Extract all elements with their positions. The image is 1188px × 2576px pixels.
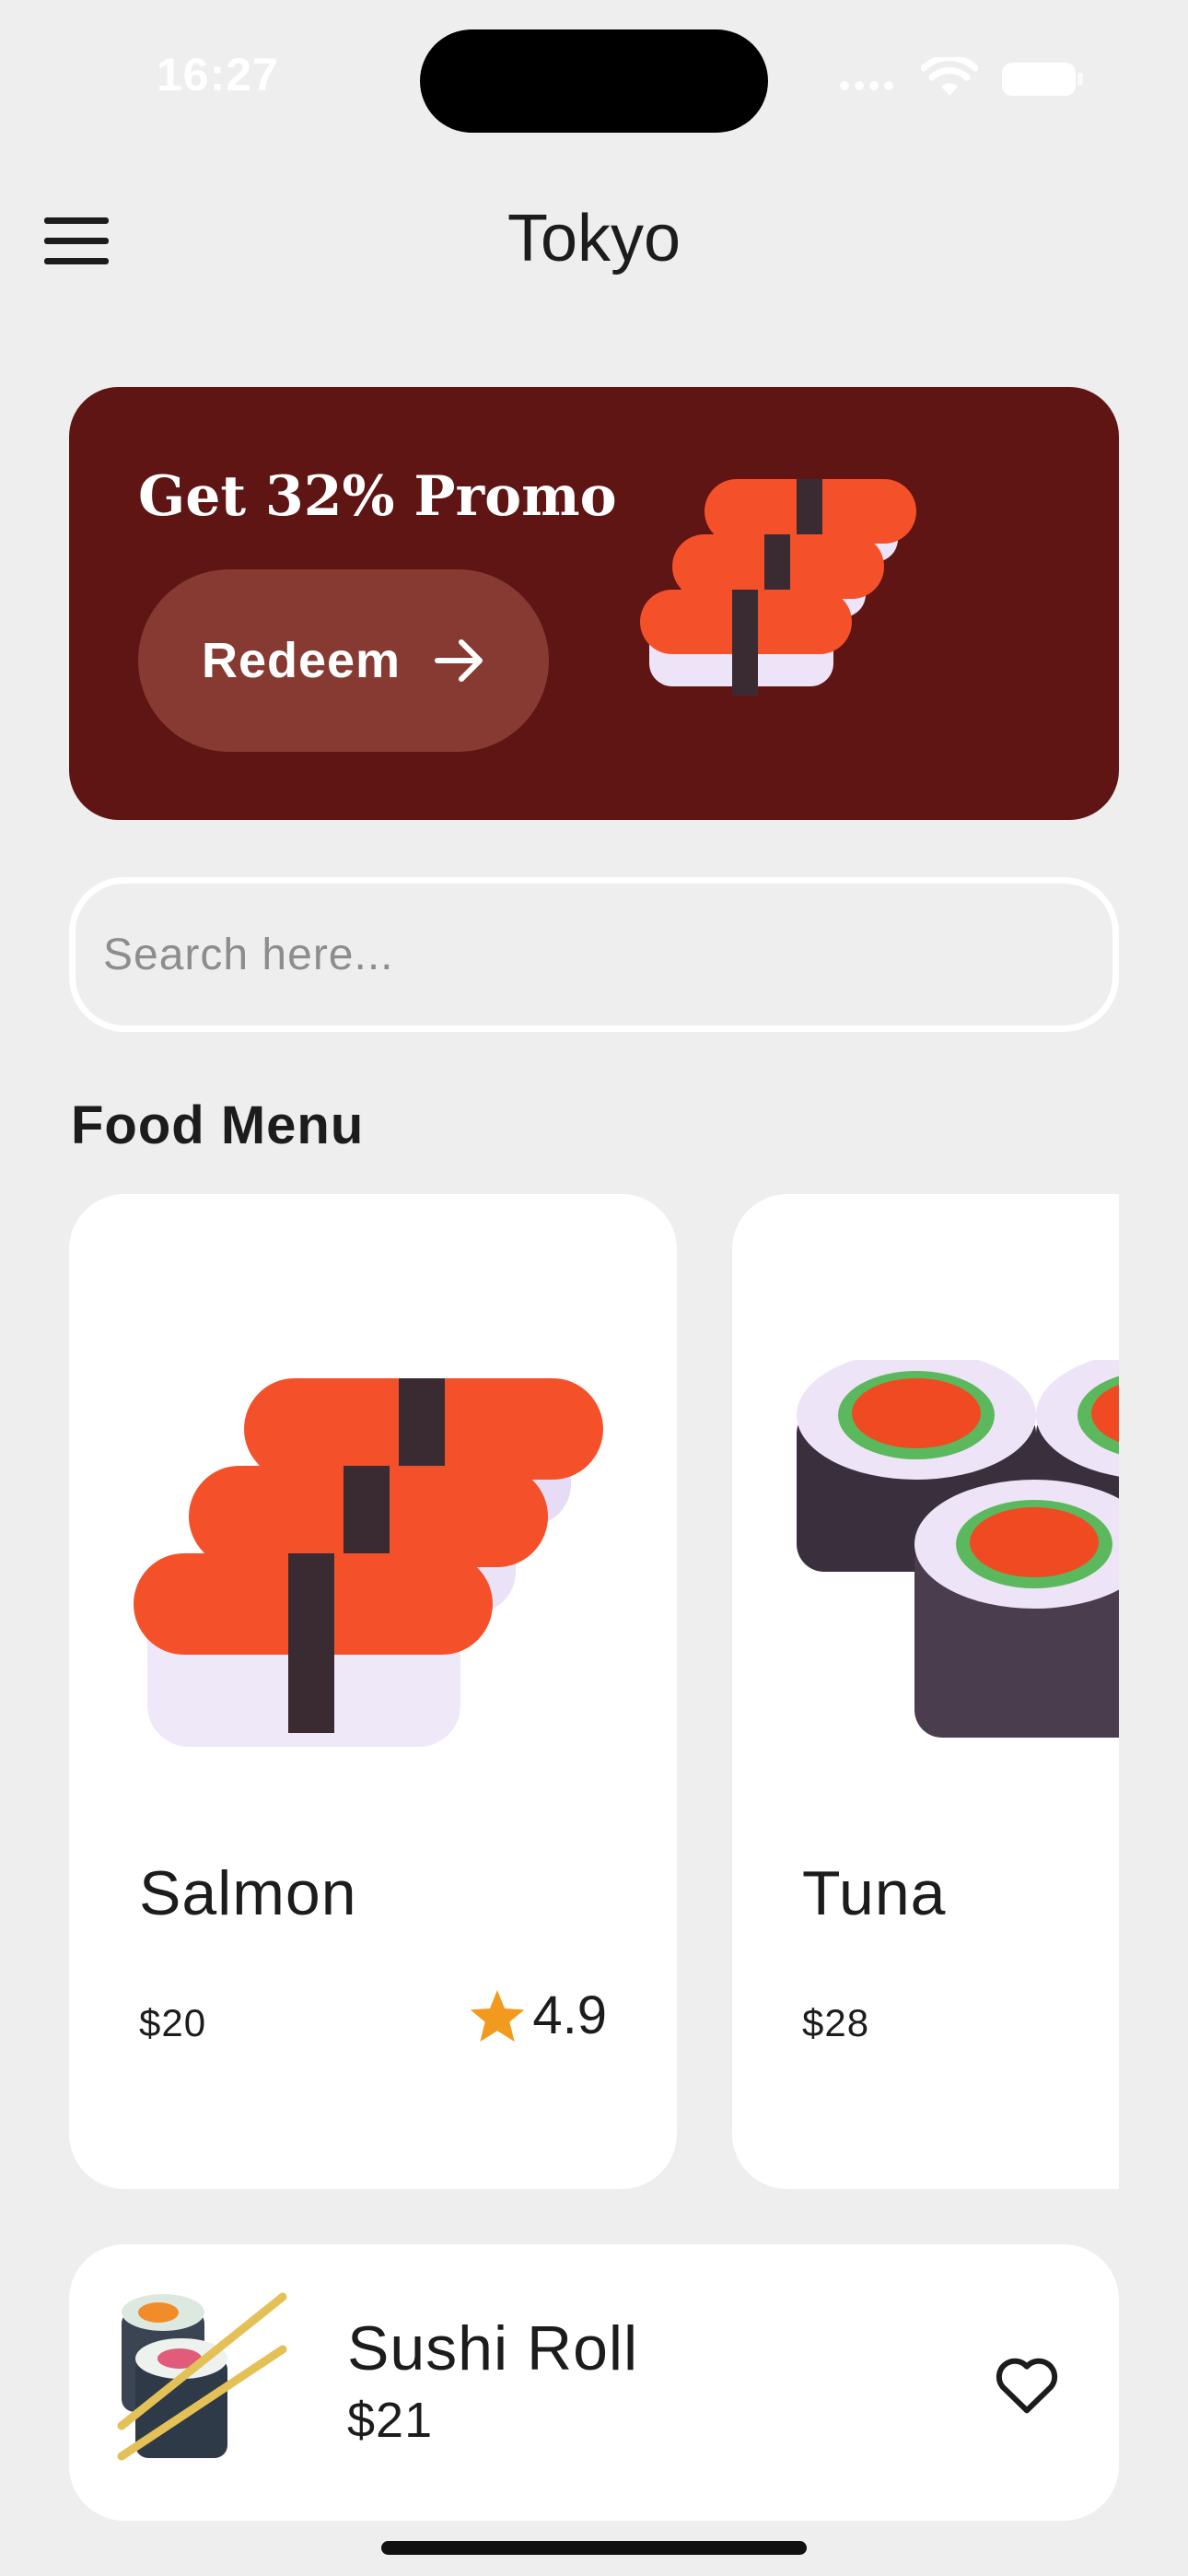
promo-banner: Get 32% Promo Redeem xyxy=(69,387,1119,820)
heart-outline-icon[interactable] xyxy=(990,2348,1064,2421)
food-name: Salmon xyxy=(139,1858,357,1928)
wifi-icon xyxy=(921,57,978,96)
food-menu-carousel[interactable]: Salmon $20 4.9 Tuna $28 xyxy=(69,1194,1119,2189)
home-indicator[interactable] xyxy=(381,2541,807,2555)
food-card-tuna[interactable]: Tuna $28 xyxy=(732,1194,1119,2189)
favorite-item[interactable]: Sushi Roll $21 xyxy=(69,2244,1119,2521)
favorite-price: $21 xyxy=(347,2393,434,2448)
arrow-right-icon xyxy=(435,639,483,682)
battery-icon xyxy=(1002,63,1083,96)
promo-title: Get 32% Promo xyxy=(138,464,617,529)
cellular-signal-icon xyxy=(840,81,893,90)
dynamic-island xyxy=(420,29,768,133)
salmon-nigiri-image xyxy=(640,479,916,696)
redeem-button[interactable]: Redeem xyxy=(138,569,549,752)
food-price: $20 xyxy=(139,2001,207,2044)
favorite-name: Sushi Roll xyxy=(347,2313,639,2383)
food-rating: 4.9 xyxy=(468,1985,607,2046)
food-name: Tuna xyxy=(802,1858,947,1928)
redeem-label: Redeem xyxy=(201,633,402,688)
rating-value: 4.9 xyxy=(532,1985,607,2045)
section-title: Food Menu xyxy=(71,1095,365,1155)
status-time: 16:27 xyxy=(157,49,279,100)
tuna-maki-image xyxy=(797,1360,1119,1738)
salmon-nigiri-image xyxy=(134,1378,603,1747)
sushi-roll-chopsticks-image xyxy=(117,2292,287,2461)
search-input[interactable] xyxy=(69,877,1119,1032)
star-icon xyxy=(471,1989,525,2042)
food-card-salmon[interactable]: Salmon $20 4.9 xyxy=(69,1194,677,2189)
page-title: Tokyo xyxy=(507,202,681,275)
food-price: $28 xyxy=(802,2001,870,2044)
